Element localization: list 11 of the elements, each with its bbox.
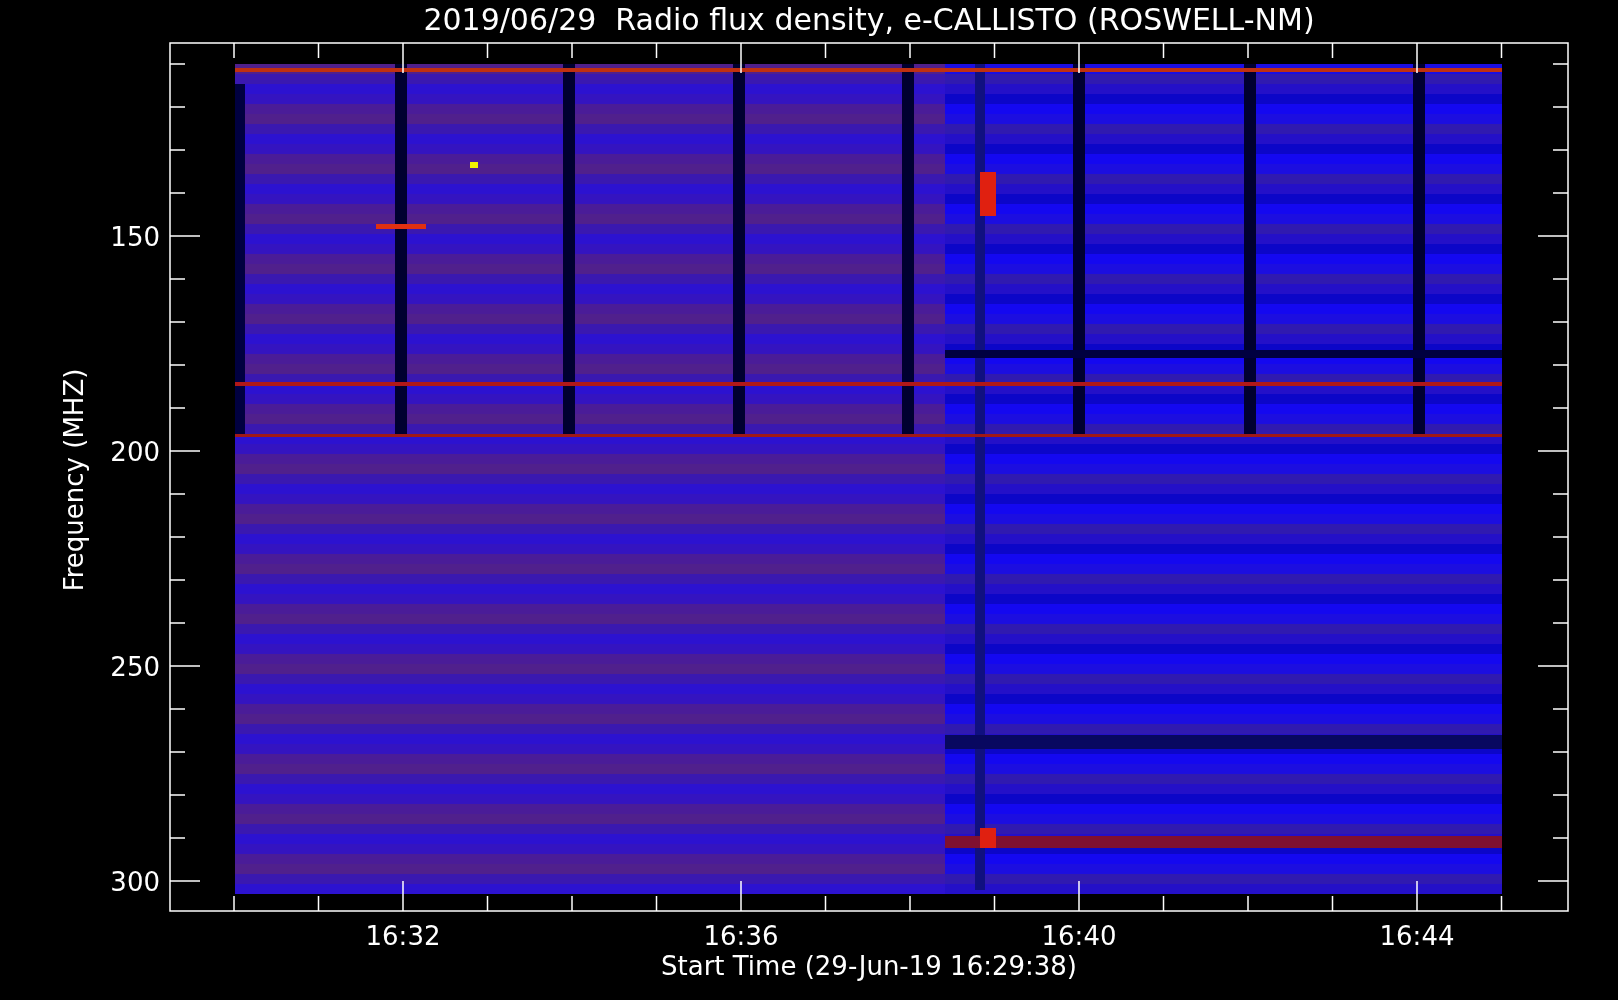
- chart-title: 2019/06/29 Radio flux density, e-CALLISTO (ROSWELL-NM): [423, 2, 1315, 37]
- y-tick-label: 250: [110, 652, 160, 682]
- y-tick-label: 300: [110, 867, 160, 897]
- x-tick-label: 16:32: [365, 921, 441, 951]
- y-tick-label: 150: [110, 222, 160, 252]
- x-tick-label: 16:44: [1379, 921, 1455, 951]
- x-axis-label: Start Time (29-Jun-19 16:29:38): [661, 951, 1077, 981]
- x-tick-label: 16:40: [1041, 921, 1117, 951]
- y-tick-label: 200: [110, 437, 160, 467]
- x-tick-label: 16:36: [703, 921, 779, 951]
- y-axis-label: Frequency (MHZ): [59, 368, 89, 592]
